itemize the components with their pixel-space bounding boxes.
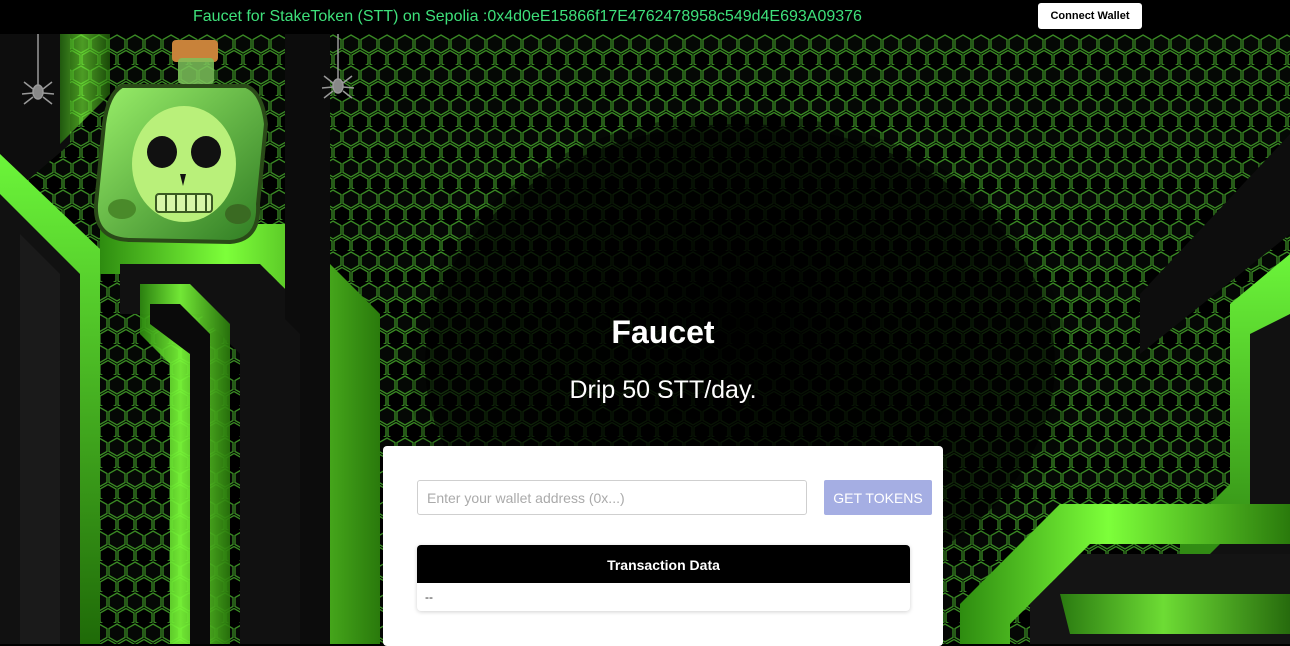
connect-wallet-button[interactable]: Connect Wallet [1038, 3, 1142, 29]
transaction-table-header: Transaction Data [417, 545, 910, 583]
wallet-address-input[interactable] [417, 480, 807, 515]
transaction-table: Transaction Data -- [417, 545, 910, 611]
faucet-contract-title: Faucet for StakeToken (STT) on Sepolia :… [193, 8, 862, 25]
page-subtitle: Drip 50 STT/day. [569, 376, 757, 404]
get-tokens-button[interactable]: GET TOKENS [824, 480, 932, 515]
faucet-form-card: GET TOKENS Transaction Data -- [383, 446, 943, 646]
top-bar: Faucet for StakeToken (STT) on Sepolia :… [0, 0, 1290, 34]
page-title: Faucet [611, 314, 715, 350]
table-row: -- [425, 590, 433, 604]
